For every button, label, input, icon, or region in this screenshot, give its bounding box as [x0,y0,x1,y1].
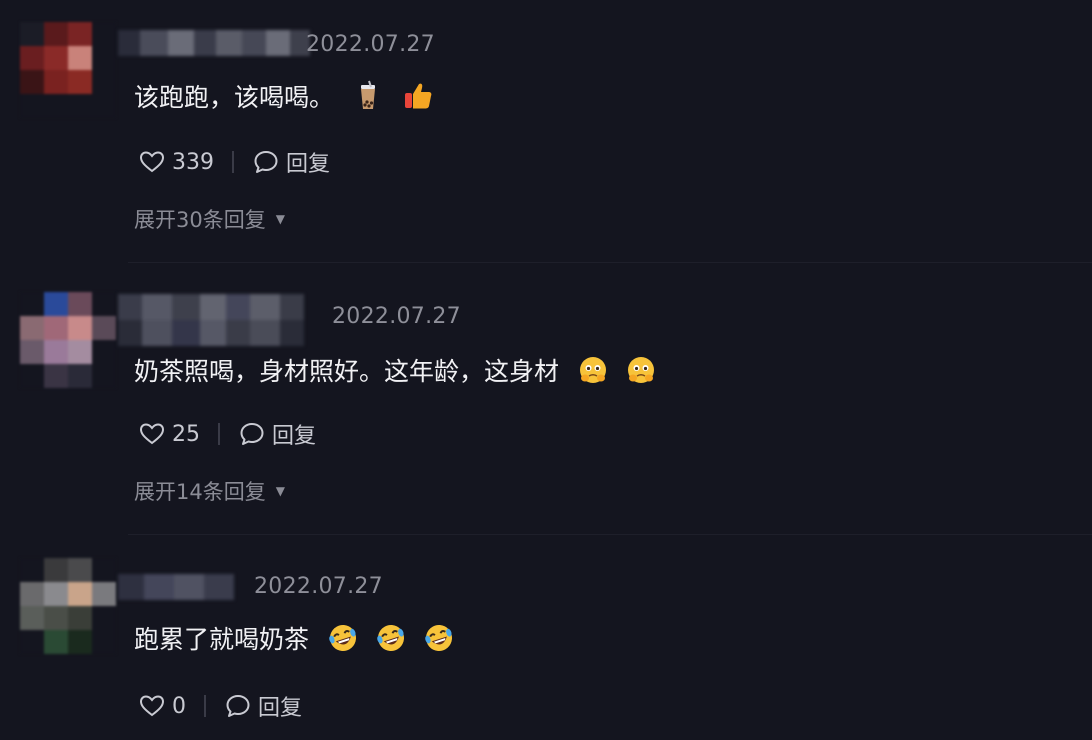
comment-text: 奶茶照喝，身材照好。这年龄，这身材 [134,352,657,388]
username-blurred[interactable] [118,574,234,600]
avatar[interactable] [20,22,116,118]
action-divider [204,695,206,717]
rolling-laughing-emoji [423,622,455,654]
comment-date: 2022.07.27 [306,32,435,57]
caret-down-icon: ▼ [275,484,285,498]
expand-replies-button[interactable]: 展开30条回复 ▼ [134,204,285,234]
pleading-face-emoji [577,354,609,386]
rolling-laughing-emoji [327,622,359,654]
comment-item: 2022.07.27 奶茶照喝，身材照好。这年龄，这身材 25 回复 展开14条… [0,262,1092,534]
reply-button[interactable]: 回复 [252,146,330,178]
like-count: 339 [172,149,214,175]
action-divider [218,423,220,445]
like-button[interactable]: 339 [138,148,214,176]
like-button[interactable]: 25 [138,420,200,448]
comment-text-body: 跑累了就喝奶茶 [134,625,310,654]
reply-label: 回复 [286,152,331,177]
comment-text-body: 奶茶照喝，身材照好。这年龄，这身材 [134,357,560,386]
comment-text: 跑累了就喝奶茶 [134,620,455,656]
comment-actions: 25 回复 [138,418,316,450]
expand-replies-label: 展开30条回复 [134,208,266,232]
comment-actions: 339 回复 [138,146,330,178]
comment-item: 2022.07.27 跑累了就喝奶茶 0 回复 [0,534,1092,740]
comment-bubble-icon [254,151,278,173]
comment-bubble-icon [240,423,264,445]
like-count: 0 [172,693,186,719]
bubble-tea-emoji [352,80,384,112]
comment-text: 该跑跑，该喝喝。 [134,78,434,114]
comment-date: 2022.07.27 [332,304,461,329]
reply-button[interactable]: 回复 [224,690,302,722]
expand-replies-label: 展开14条回复 [134,480,266,504]
heart-icon [139,423,165,445]
action-divider [232,151,234,173]
comment-text-body: 该跑跑，该喝喝。 [134,83,335,112]
reply-button[interactable]: 回复 [238,418,316,450]
comment-bubble-icon [226,695,250,717]
username-blurred[interactable] [118,294,318,346]
heart-icon [139,151,165,173]
rolling-laughing-emoji [375,622,407,654]
comment-date: 2022.07.27 [254,574,383,599]
comment-actions: 0 回复 [138,690,302,722]
comment-item: 2022.07.27 该跑跑，该喝喝。 339 回复 展开30条回复 ▼ [0,0,1092,262]
avatar[interactable] [20,558,116,654]
heart-icon [139,695,165,717]
like-button[interactable]: 0 [138,692,186,720]
pleading-face-emoji [625,354,657,386]
like-count: 25 [172,421,200,447]
caret-down-icon: ▼ [275,212,285,226]
username-blurred[interactable] [118,30,310,56]
expand-replies-button[interactable]: 展开14条回复 ▼ [134,476,285,506]
thumbs-up-emoji [402,80,434,112]
reply-label: 回复 [272,424,317,449]
avatar[interactable] [20,292,116,388]
reply-label: 回复 [258,696,303,721]
